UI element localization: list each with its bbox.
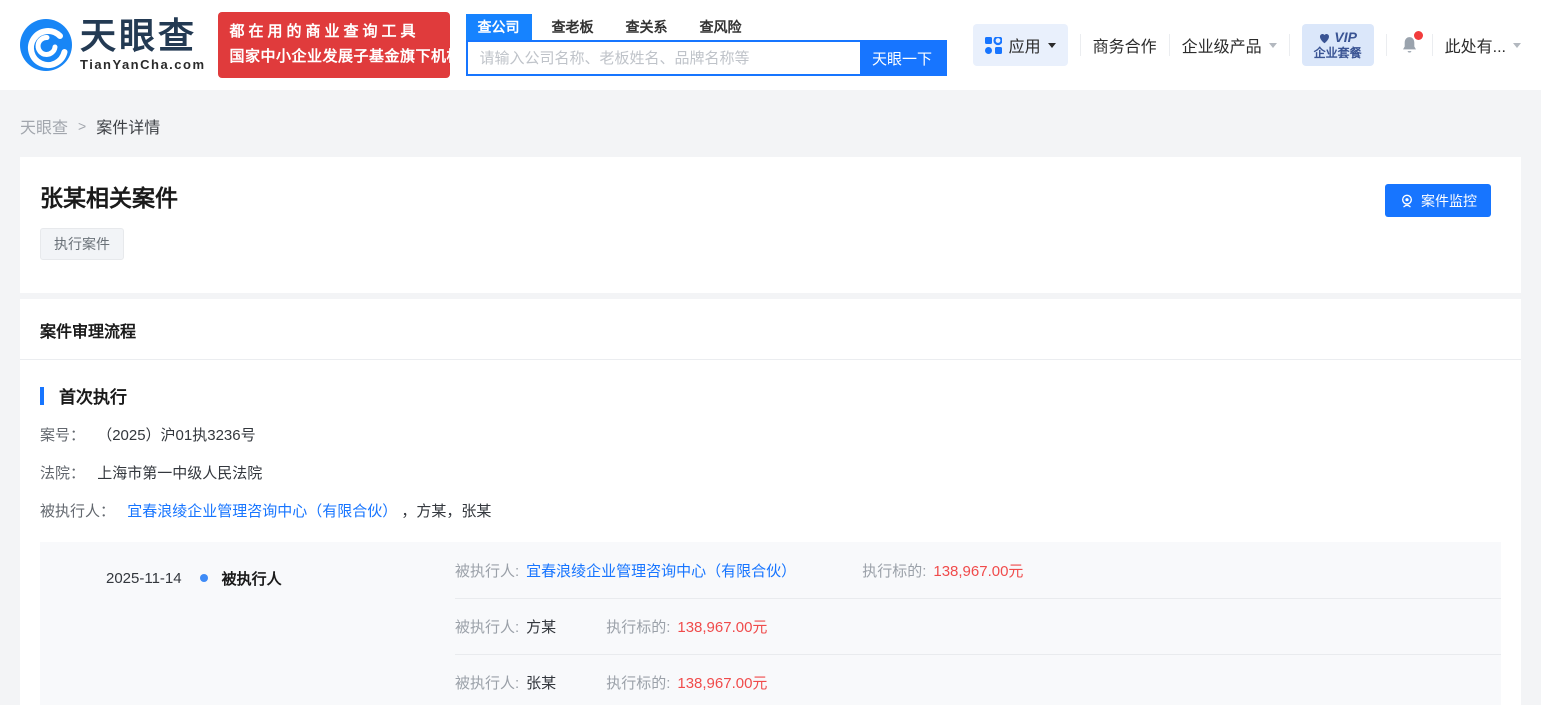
row-amount-value: 138,967.00元 <box>677 619 768 636</box>
field-court: 法院： 上海市第一中级人民法院 <box>40 463 1501 484</box>
executed-company-link[interactable]: 宜春浪绫企业管理咨询中心（有限合伙） <box>127 503 397 520</box>
row-party-label: 被执行人: <box>455 675 520 692</box>
field-label: 法院： <box>40 465 86 482</box>
search-button[interactable]: 天眼一下 <box>859 42 945 74</box>
apps-menu-button[interactable]: 应用 <box>972 24 1068 66</box>
row-amount-label: 执行标的: <box>606 619 671 636</box>
tianyancha-logo-icon <box>20 19 72 71</box>
row-amount-value: 138,967.00元 <box>933 562 1024 580</box>
row-amount-label: 执行标的: <box>606 675 671 692</box>
vip-package-label: 企业套餐 <box>1313 46 1362 61</box>
nav-divider <box>1079 34 1081 56</box>
row-company-link[interactable]: 宜春浪绫企业管理咨询中心（有限合伙） <box>526 560 796 581</box>
executed-persons-rest: ，方某，张某 <box>401 503 492 520</box>
field-executed-persons: 被执行人： 宜春浪绫企业管理咨询中心（有限合伙） ，方某，张某 <box>40 501 1501 522</box>
site-header: 天眼查 TianYanCha.com 都在用的商业查询工具 国家中小企业发展子基… <box>0 0 1541 90</box>
row-person-name: 方某 <box>526 619 557 636</box>
table-row: 被执行人: 张某 执行标的: 138,967.00元 <box>455 654 1501 705</box>
stage-accent-bar <box>40 386 44 405</box>
timeline-table: 2025-11-14 被执行人 被执行人: 宜春浪绫企业管理咨询中心（有限合伙）… <box>40 542 1501 705</box>
page-title: 张某相关案件 <box>40 185 178 211</box>
case-monitor-button[interactable]: 案件监控 <box>1385 184 1491 217</box>
nav-business-cooperation[interactable]: 商务合作 <box>1093 33 1157 57</box>
breadcrumb-current: 案件详情 <box>96 120 161 137</box>
tab-search-company[interactable]: 查公司 <box>465 14 532 40</box>
promo-line-2: 国家中小企业发展子基金旗下机构 <box>229 48 463 65</box>
tab-search-boss[interactable]: 查老板 <box>540 14 606 40</box>
field-value: （2025）沪01执3236号 <box>97 427 256 444</box>
row-party-label: 被执行人: <box>455 562 520 580</box>
row-amount-value: 138,967.00元 <box>677 675 768 692</box>
search-tabs: 查公司 查老板 查关系 查风险 <box>465 14 947 40</box>
chevron-down-icon <box>1513 42 1521 48</box>
nav-divider <box>1385 34 1387 56</box>
vip-heart-icon <box>1318 32 1334 44</box>
user-menu-label: 此处有... <box>1444 39 1506 56</box>
row-person-name: 张某 <box>526 675 557 692</box>
vip-label: VIP <box>1334 28 1357 45</box>
timeline-dot-icon <box>199 574 208 582</box>
promo-line-1: 都在用的商业查询工具 <box>229 23 420 41</box>
notification-dot <box>1413 31 1423 40</box>
nav-enterprise-products[interactable]: 企业级产品 <box>1182 33 1277 57</box>
monitor-webcam-icon <box>1399 193 1421 209</box>
chevron-down-icon <box>1047 42 1056 48</box>
site-logo[interactable]: 天眼查 TianYanCha.com <box>20 18 206 72</box>
nav-divider <box>1431 34 1433 56</box>
timeline-node-label: 被执行人 <box>221 570 282 588</box>
timeline-rows: 被执行人: 宜春浪绫企业管理咨询中心（有限合伙） 执行标的: 138,967.0… <box>455 542 1501 705</box>
monitor-button-label: 案件监控 <box>1421 192 1477 209</box>
apps-grid-icon <box>984 36 1009 54</box>
nav-divider <box>1168 34 1170 56</box>
breadcrumb: 天眼查 > 案件详情 <box>20 114 1521 138</box>
notification-bell-button[interactable] <box>1399 31 1423 56</box>
timeline-date: 2025-11-14 <box>106 569 182 587</box>
table-row: 被执行人: 方某 执行标的: 138,967.00元 <box>455 598 1501 654</box>
search-area: 查公司 查老板 查关系 查风险 天眼一下 <box>465 14 947 76</box>
tab-search-risk[interactable]: 查风险 <box>688 14 754 40</box>
row-amount-label: 执行标的: <box>862 562 927 580</box>
field-case-number: 案号： （2025）沪01执3236号 <box>40 425 1501 446</box>
tab-search-relation[interactable]: 查关系 <box>614 14 680 40</box>
promo-badge: 都在用的商业查询工具 国家中小企业发展子基金旗下机构 <box>217 12 463 78</box>
breadcrumb-separator: > <box>78 118 87 134</box>
nav-divider <box>1288 34 1290 56</box>
logo-subtitle: TianYanCha.com <box>80 57 206 72</box>
stage-header: 首次执行 <box>40 383 1501 408</box>
field-label: 被执行人： <box>40 503 116 520</box>
section-title: 案件审理流程 <box>20 299 1521 360</box>
search-input[interactable] <box>467 42 860 74</box>
vip-package-button[interactable]: VIP 企业套餐 <box>1301 23 1374 67</box>
table-row: 被执行人: 宜春浪绫企业管理咨询中心（有限合伙） 执行标的: 138,967.0… <box>455 542 1501 598</box>
case-title-card: 张某相关案件 执行案件 案件监控 <box>20 157 1521 293</box>
apps-label: 应用 <box>1008 39 1041 56</box>
row-party-label: 被执行人: <box>455 619 520 636</box>
case-type-tag: 执行案件 <box>40 227 124 260</box>
nav-user-menu[interactable]: 此处有... <box>1445 33 1521 57</box>
case-flow-card: 案件审理流程 首次执行 案号： （2025）沪01执3236号 法院： 上海市第… <box>20 299 1521 705</box>
field-value: 上海市第一中级人民法院 <box>97 465 263 482</box>
header-nav: 应用 商务合作 企业级产品 VIP 企业套餐 此处有... <box>972 23 1521 67</box>
breadcrumb-home[interactable]: 天眼查 <box>20 114 68 138</box>
timeline-node: 2025-11-14 被执行人 <box>40 542 455 588</box>
stage-title: 首次执行 <box>59 388 127 407</box>
logo-title: 天眼查 <box>80 15 198 56</box>
chevron-down-icon <box>1268 42 1277 48</box>
field-label: 案号： <box>40 427 86 444</box>
enterprise-label: 企业级产品 <box>1181 39 1262 56</box>
